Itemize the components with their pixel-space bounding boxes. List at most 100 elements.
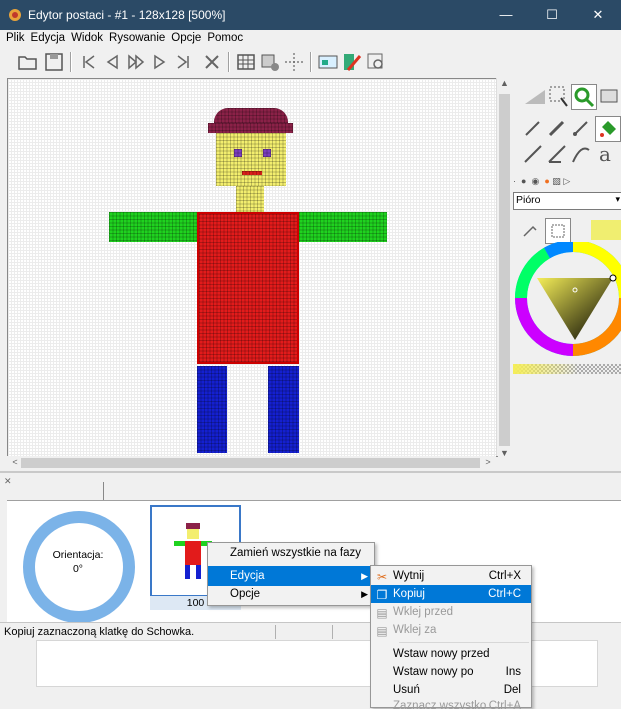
brush-mode-icon[interactable] xyxy=(519,218,543,242)
pattern-icon[interactable]: ▧ xyxy=(552,176,561,186)
menu-item-select-all[interactable]: Zaznacz wszystko Ctrl+A xyxy=(371,697,531,709)
scroll-right-icon[interactable]: > xyxy=(482,457,494,467)
menu-item-cut[interactable]: ✂ Wytnij Ctrl+X xyxy=(371,567,531,585)
move-icon[interactable] xyxy=(282,50,306,74)
panel-splitter[interactable] xyxy=(0,471,621,473)
maximize-button[interactable]: ☐ xyxy=(529,0,575,30)
selection-tool-icon[interactable] xyxy=(547,84,571,108)
edit-palette-icon[interactable] xyxy=(340,50,364,74)
thumb-face xyxy=(187,529,199,539)
delete-icon[interactable] xyxy=(200,50,224,74)
menu-item-label: Zamień wszystkie na fazy xyxy=(230,547,362,559)
line-tool-icon[interactable] xyxy=(521,142,545,166)
toolbar xyxy=(0,48,621,76)
shortcut: Ins xyxy=(505,666,521,678)
frame-properties-icon[interactable] xyxy=(258,50,282,74)
menu-item-label: Wklej za xyxy=(393,624,437,636)
thumb-torso xyxy=(185,541,201,565)
tool-select[interactable]: Pióro ▾ xyxy=(513,192,621,210)
status-divider xyxy=(332,625,333,639)
shortcut: Ctrl+A xyxy=(488,700,521,709)
fill-bucket-icon[interactable] xyxy=(595,116,621,142)
menu-rysowanie[interactable]: Rysowanie xyxy=(106,30,168,44)
menu-opcje[interactable]: Opcje xyxy=(168,30,204,44)
character-left-eye xyxy=(234,149,242,157)
play-icon[interactable] xyxy=(124,50,148,74)
save-icon[interactable] xyxy=(42,50,66,74)
menu-item-label: Wytnij xyxy=(393,570,425,582)
next-frame-icon[interactable] xyxy=(148,50,172,74)
horizontal-scroll-thumb[interactable] xyxy=(21,458,480,468)
tool-select-value: Pióro xyxy=(516,194,541,206)
close-button[interactable]: ✕ xyxy=(575,0,621,30)
color-dot-icon[interactable]: ● xyxy=(544,176,549,186)
menu-plik[interactable]: Plik xyxy=(0,30,28,44)
horizontal-scrollbar[interactable]: < > xyxy=(7,456,496,470)
paste-before-icon: ▤ xyxy=(376,606,388,620)
chevron-down-icon: ▾ xyxy=(615,194,620,204)
character-right-leg xyxy=(268,366,299,453)
first-frame-icon[interactable] xyxy=(76,50,100,74)
rect-tool-icon[interactable] xyxy=(545,142,569,166)
menu-item-paste-before[interactable]: ▤ Wklej przed xyxy=(371,603,531,621)
title-bar: Edytor postaci - #1 - 128x128 [500%] — ☐… xyxy=(0,0,621,30)
toolbar-separator xyxy=(70,52,72,72)
menu-separator xyxy=(399,642,529,643)
open-folder-icon[interactable] xyxy=(16,50,40,74)
menu-edycja[interactable]: Edycja xyxy=(28,30,69,44)
vertical-scrollbar[interactable]: ▲ ▼ xyxy=(496,78,512,458)
character-neck xyxy=(236,186,264,212)
dot-medium-icon[interactable]: ● xyxy=(521,176,526,186)
status-text: Kopiuj zaznaczoną klatkę do Schowka. xyxy=(4,626,195,638)
menu-item-paste-after[interactable]: ▤ Wklej za xyxy=(371,621,531,639)
menu-item-copy[interactable]: ❐ Kopiuj Ctrl+C xyxy=(371,585,531,603)
menu-item-label: Wstaw nowy przed xyxy=(393,648,490,660)
character-right-arm xyxy=(299,212,387,242)
menu-pomoc[interactable]: Pomoc xyxy=(204,30,246,44)
menu-item-edycja[interactable]: Edycja ▶ xyxy=(208,566,374,586)
dot-small-icon[interactable]: · xyxy=(513,176,516,186)
color-wheel[interactable] xyxy=(513,242,621,360)
orientation-panel[interactable]: Orientacja: 0° xyxy=(17,505,141,623)
menu-item-replace-all[interactable]: Zamień wszystkie na fazy xyxy=(208,543,374,563)
vertical-scroll-thumb[interactable] xyxy=(499,94,510,446)
character-left-leg xyxy=(197,366,227,453)
menu-item-label: Opcje xyxy=(230,588,261,600)
frames-grid-icon[interactable] xyxy=(234,50,258,74)
dot-large-icon[interactable]: ◉ xyxy=(531,176,539,186)
scroll-up-icon[interactable]: ▲ xyxy=(497,78,512,92)
text-tool-icon[interactable]: a xyxy=(593,142,617,166)
status-divider xyxy=(275,625,276,639)
brush-size-icon[interactable] xyxy=(523,84,547,108)
zoom-tool-icon[interactable] xyxy=(571,84,597,110)
preview-icon[interactable] xyxy=(316,50,340,74)
menu-bar: Plik Edycja Widok Rysowanie Opcje Pomoc xyxy=(0,30,621,48)
menu-item-opcje[interactable]: Opcje ▶ xyxy=(208,584,374,604)
pencil-icon[interactable] xyxy=(521,116,545,140)
drawing-canvas[interactable] xyxy=(7,78,498,457)
menu-widok[interactable]: Widok xyxy=(68,30,106,44)
window-title: Edytor postaci - #1 - 128x128 [500%] xyxy=(28,8,226,22)
view-tool-icon[interactable] xyxy=(597,84,621,108)
pen-icon[interactable] xyxy=(569,116,593,140)
curve-tool-icon[interactable] xyxy=(569,142,593,166)
minimize-button[interactable]: — xyxy=(483,0,529,30)
character-hat-brim xyxy=(208,123,293,133)
last-frame-icon[interactable] xyxy=(172,50,196,74)
arrow-right-small-icon[interactable]: ▷ xyxy=(563,176,570,186)
scroll-down-icon[interactable]: ▼ xyxy=(497,448,512,460)
scroll-left-icon[interactable]: < xyxy=(9,457,21,467)
prev-frame-icon[interactable] xyxy=(100,50,124,74)
character-face xyxy=(216,133,286,186)
grid-mode-icon[interactable] xyxy=(545,218,571,244)
submenu-arrow-icon: ▶ xyxy=(361,571,368,581)
character-right-eye xyxy=(263,149,271,157)
menu-item-insert-after[interactable]: Wstaw nowy po Ins xyxy=(371,663,531,681)
zoom-select-icon[interactable] xyxy=(364,50,388,74)
pencil-thick-icon[interactable] xyxy=(545,116,569,140)
alpha-slider[interactable] xyxy=(513,364,621,374)
submenu-arrow-icon: ▶ xyxy=(361,589,368,599)
frames-tab[interactable] xyxy=(7,482,104,500)
menu-item-insert-before[interactable]: Wstaw nowy przed xyxy=(371,645,531,663)
color-swatch[interactable] xyxy=(591,220,621,240)
